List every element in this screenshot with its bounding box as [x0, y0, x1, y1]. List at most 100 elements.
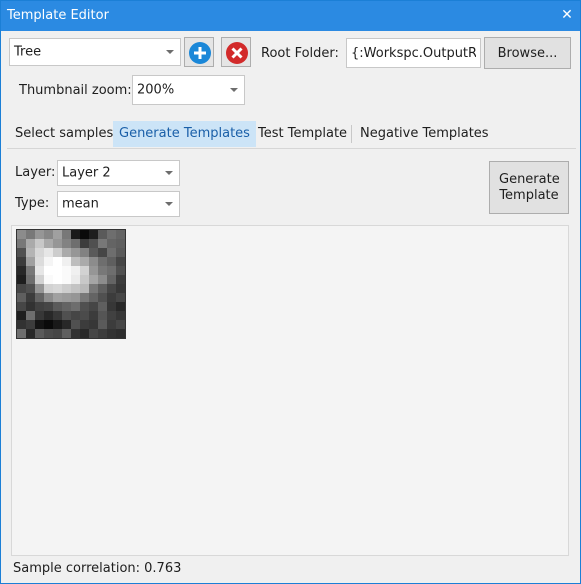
type-label: Type: — [15, 196, 50, 211]
tab-divider — [351, 125, 352, 143]
thumbnail-pixel — [98, 329, 108, 339]
thumbnail-pixel — [71, 257, 81, 267]
thumbnail-pixel — [62, 257, 72, 267]
thumbnail-pixel — [89, 293, 99, 303]
thumbnail-pixel — [26, 248, 36, 258]
window-title: Template Editor — [7, 8, 109, 23]
thumbnail-pixel — [71, 275, 81, 285]
add-class-button[interactable] — [184, 37, 214, 67]
thumbnail-pixel — [107, 239, 117, 249]
thumbnail-pixel — [26, 302, 36, 312]
thumbnail-pixel — [80, 257, 90, 267]
thumbnail-pixel — [17, 320, 27, 330]
thumbnail-pixel — [35, 266, 45, 276]
layer-select-value: Layer 2 — [62, 165, 111, 181]
thumbnail-pixel — [107, 257, 117, 267]
thumbnail-pixel — [71, 311, 81, 321]
thumbnail-pixel — [35, 284, 45, 294]
thumbnail-pixel — [17, 275, 27, 285]
thumbnail-pixel — [17, 230, 27, 240]
thumbnail-pixel — [107, 275, 117, 285]
thumbnail-pixel — [116, 320, 126, 330]
layer-label: Layer: — [15, 165, 56, 180]
template-thumbnail-image — [17, 230, 126, 339]
thumbnail-pixel — [17, 239, 27, 249]
thumbnail-pixel — [53, 311, 63, 321]
thumbnail-pixel — [35, 230, 45, 240]
thumbnail-pixel — [35, 248, 45, 258]
chevron-down-icon — [165, 171, 173, 175]
thumbnail-pixel — [80, 302, 90, 312]
thumbnail-pixel — [116, 266, 126, 276]
thumbnail-pixel — [53, 275, 63, 285]
thumbnail-pixel — [98, 266, 108, 276]
thumbnail-pixel — [116, 257, 126, 267]
thumbnail-pixel — [98, 284, 108, 294]
thumbnail-pixel — [17, 329, 27, 339]
thumbnail-pixel — [107, 311, 117, 321]
thumbnail-pixel — [107, 329, 117, 339]
thumbnail-pixel — [44, 257, 54, 267]
thumbnail-pixel — [44, 284, 54, 294]
thumbnail-pixel — [116, 284, 126, 294]
thumbnail-pixel — [89, 284, 99, 294]
thumbnail-pixel — [89, 320, 99, 330]
tab-negative-templates[interactable]: Negative Templates — [354, 121, 495, 147]
thumbnail-pixel — [98, 257, 108, 267]
thumbnail-pixel — [98, 275, 108, 285]
root-folder-input[interactable] — [347, 39, 480, 67]
thumbnail-pixel — [80, 239, 90, 249]
x-circle-icon — [226, 42, 248, 64]
browse-button[interactable]: Browse... — [484, 37, 571, 69]
template-editor-window: Template Editor ✕ Tree Root Folder: Brow… — [0, 0, 581, 584]
thumbnail-zoom-value: 200% — [137, 82, 175, 98]
class-select[interactable]: Tree — [9, 38, 181, 66]
thumbnail-pixel — [17, 248, 27, 258]
generate-template-button[interactable]: Generate Template — [489, 161, 569, 214]
thumbnail-pixel — [17, 257, 27, 267]
thumbnail-pixel — [80, 248, 90, 258]
generate-template-label: Generate Template — [499, 171, 560, 203]
thumbnail-pixel — [44, 248, 54, 258]
thumbnail-pixel — [35, 239, 45, 249]
thumbnail-pixel — [98, 293, 108, 303]
thumbnail-pixel — [71, 293, 81, 303]
thumbnail-pixel — [35, 302, 45, 312]
tab-select-samples[interactable]: Select samples — [9, 121, 119, 147]
thumbnail-pixel — [62, 275, 72, 285]
layer-select[interactable]: Layer 2 — [57, 160, 180, 186]
thumbnail-pixel — [44, 293, 54, 303]
thumbnail-pixel — [71, 248, 81, 258]
title-bar: Template Editor ✕ — [1, 1, 580, 31]
thumbnail-pixel — [89, 230, 99, 240]
close-icon[interactable]: ✕ — [558, 6, 576, 24]
thumbnail-pixel — [62, 266, 72, 276]
thumbnail-pixel — [26, 230, 36, 240]
type-select[interactable]: mean — [57, 191, 180, 217]
thumbnail-pixel — [53, 266, 63, 276]
thumbnail-pixel — [98, 311, 108, 321]
thumbnail-pixel — [26, 275, 36, 285]
chevron-down-icon — [165, 202, 173, 206]
thumbnail-pixel — [53, 248, 63, 258]
template-thumbnail[interactable] — [16, 229, 126, 339]
thumbnail-pixel — [17, 266, 27, 276]
thumbnail-pixel — [80, 275, 90, 285]
tab-generate-templates[interactable]: Generate Templates — [113, 121, 256, 147]
thumbnail-pixel — [35, 293, 45, 303]
thumbnail-pixel — [71, 239, 81, 249]
root-folder-field[interactable] — [346, 38, 481, 68]
chevron-down-icon — [230, 88, 238, 92]
thumbnail-pixel — [62, 320, 72, 330]
remove-class-button[interactable] — [221, 37, 251, 67]
thumbnail-pixel — [98, 302, 108, 312]
thumbnail-pixel — [53, 320, 63, 330]
thumbnail-pixel — [89, 266, 99, 276]
thumbnail-pixel — [62, 284, 72, 294]
thumbnail-zoom-select[interactable]: 200% — [132, 75, 245, 105]
thumbnail-pixel — [26, 329, 36, 339]
thumbnail-pixel — [98, 230, 108, 240]
thumbnail-pixel — [89, 248, 99, 258]
tab-test-template[interactable]: Test Template — [252, 121, 353, 147]
thumbnail-pixel — [17, 302, 27, 312]
